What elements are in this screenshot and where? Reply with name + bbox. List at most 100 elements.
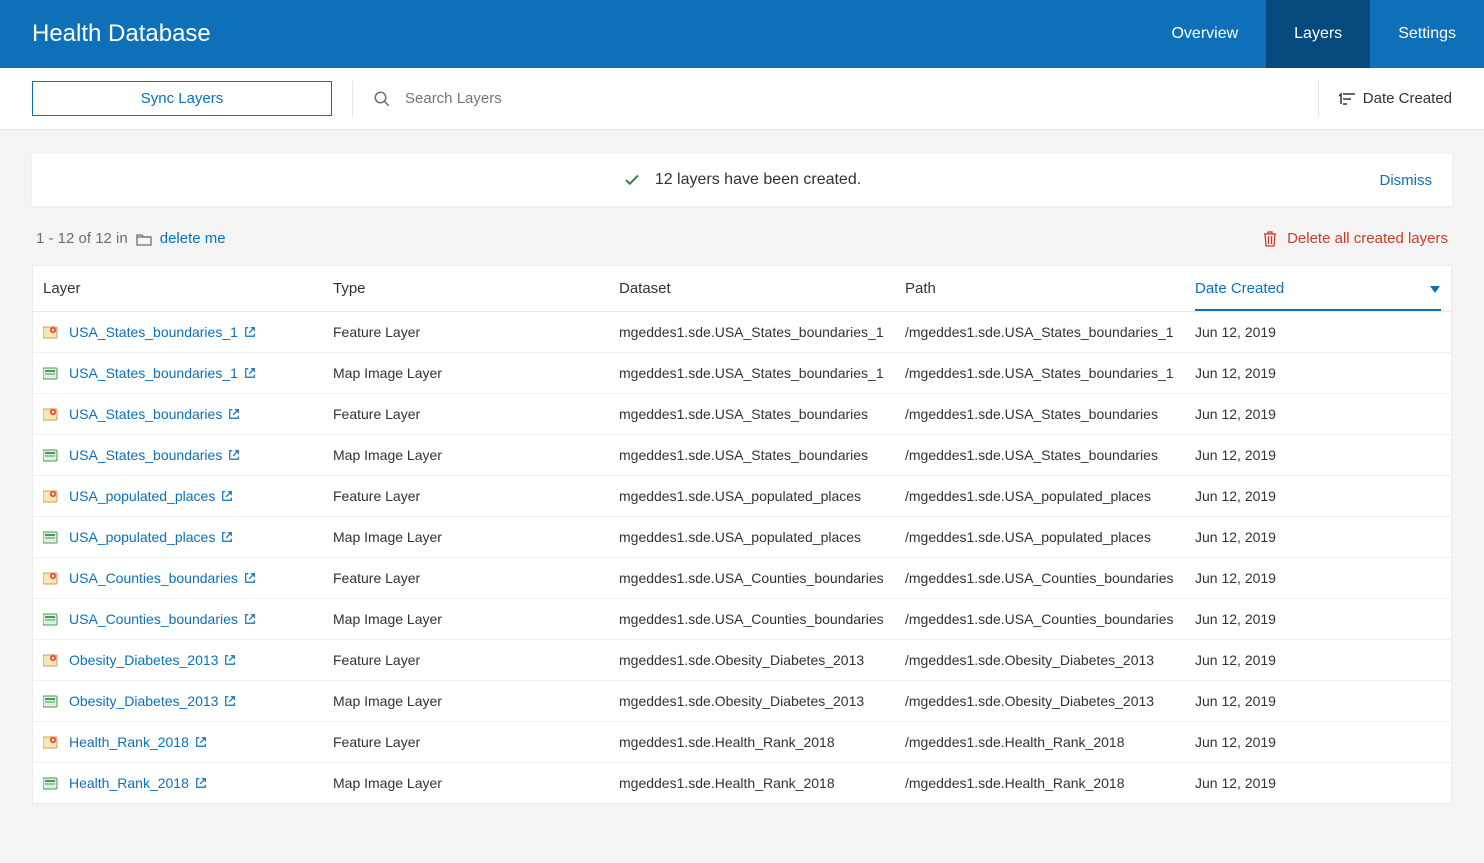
search-icon <box>373 90 391 108</box>
external-link-icon[interactable] <box>195 777 207 789</box>
map-image-layer-icon <box>43 694 59 708</box>
layer-link[interactable]: Health_Rank_2018 <box>69 734 189 750</box>
feature-layer-icon <box>43 735 59 749</box>
cell-dataset: mgeddes1.sde.USA_populated_places <box>619 529 905 545</box>
cell-date: Jun 12, 2019 <box>1195 775 1441 791</box>
external-link-icon[interactable] <box>244 367 256 379</box>
table-row[interactable]: USA_Counties_boundariesFeature Layermged… <box>33 558 1451 599</box>
external-link-icon[interactable] <box>244 572 256 584</box>
col-date[interactable]: Date Created <box>1195 280 1441 311</box>
cell-type: Map Image Layer <box>333 447 619 463</box>
table-row[interactable]: Obesity_Diabetes_2013 Feature Layermgedde… <box>33 640 1451 681</box>
table-header: Layer Type Dataset Path Date Created <box>33 266 1451 312</box>
layer-link[interactable]: USA_States_boundaries_1 <box>69 365 238 381</box>
layers-table: Layer Type Dataset Path Date Created USA… <box>32 265 1452 804</box>
external-link-icon[interactable] <box>195 736 207 748</box>
table-row[interactable]: Health_Rank_2018 Feature Layermgeddes1.sd… <box>33 722 1451 763</box>
feature-layer-icon <box>43 653 59 667</box>
external-link-icon[interactable] <box>221 531 233 543</box>
layer-link[interactable]: USA_Counties_boundaries <box>69 570 238 586</box>
feature-layer-icon <box>43 489 59 503</box>
cell-type: Feature Layer <box>333 652 619 668</box>
layer-link[interactable]: USA_States_boundaries <box>69 406 222 422</box>
table-row[interactable]: USA_States_boundaries_1 Map Image Layermg… <box>33 353 1451 394</box>
cell-path: /mgeddes1.sde.USA_Counties_boundaries <box>905 570 1195 586</box>
external-link-icon[interactable] <box>228 408 240 420</box>
layer-link[interactable]: USA_populated_places <box>69 488 215 504</box>
page-title: Health Database <box>0 0 1143 68</box>
delete-all-label: Delete all created layers <box>1287 230 1448 247</box>
layer-link[interactable]: USA_States_boundaries <box>69 447 222 463</box>
nav-layers[interactable]: Layers <box>1266 0 1370 68</box>
cell-type: Map Image Layer <box>333 775 619 791</box>
table-row[interactable]: USA_populated_placesFeature Layermgeddes… <box>33 476 1451 517</box>
table-row[interactable]: USA_Counties_boundaries Map Image Layermg… <box>33 599 1451 640</box>
layer-link[interactable]: USA_populated_places <box>69 529 215 545</box>
table-row[interactable]: Obesity_Diabetes_2013 Map Image Layermged… <box>33 681 1451 722</box>
cell-dataset: mgeddes1.sde.USA_States_boundaries <box>619 406 905 422</box>
cell-type: Map Image Layer <box>333 365 619 381</box>
external-link-icon[interactable] <box>224 654 236 666</box>
cell-path: /mgeddes1.sde.Health_Rank_2018 <box>905 775 1195 791</box>
cell-dataset: mgeddes1.sde.Obesity_Diabetes_2013 <box>619 652 905 668</box>
banner-text: 12 layers have been created. <box>655 171 861 189</box>
cell-path: /mgeddes1.sde.Obesity_Diabetes_2013 <box>905 652 1195 668</box>
col-type[interactable]: Type <box>333 280 619 297</box>
nav-settings[interactable]: Settings <box>1370 0 1484 68</box>
cell-path: /mgeddes1.sde.USA_populated_places <box>905 488 1195 504</box>
table-row[interactable]: Health_Rank_2018Map Image Layermgeddes1.… <box>33 763 1451 803</box>
cell-type: Map Image Layer <box>333 611 619 627</box>
dismiss-button[interactable]: Dismiss <box>1380 172 1433 189</box>
header-bar: Health Database OverviewLayersSettings <box>0 0 1484 68</box>
cell-dataset: mgeddes1.sde.USA_States_boundaries_1 <box>619 365 905 381</box>
cell-dataset: mgeddes1.sde.USA_Counties_boundaries <box>619 570 905 586</box>
external-link-icon[interactable] <box>221 490 233 502</box>
cell-path: /mgeddes1.sde.USA_States_boundaries_1 <box>905 324 1195 340</box>
layer-link[interactable]: USA_States_boundaries_1 <box>69 324 238 340</box>
cell-date: Jun 12, 2019 <box>1195 529 1441 545</box>
external-link-icon[interactable] <box>244 613 256 625</box>
search-input[interactable] <box>405 90 705 107</box>
external-link-icon[interactable] <box>228 449 240 461</box>
cell-dataset: mgeddes1.sde.USA_States_boundaries_1 <box>619 324 905 340</box>
sort-label: Date Created <box>1363 90 1452 107</box>
cell-dataset: mgeddes1.sde.Health_Rank_2018 <box>619 734 905 750</box>
cell-path: /mgeddes1.sde.Obesity_Diabetes_2013 <box>905 693 1195 709</box>
external-link-icon[interactable] <box>244 326 256 338</box>
cell-dataset: mgeddes1.sde.USA_States_boundaries <box>619 447 905 463</box>
cell-type: Map Image Layer <box>333 529 619 545</box>
table-row[interactable]: USA_States_boundaries_1Feature Layermged… <box>33 312 1451 353</box>
table-row[interactable]: USA_populated_places Map Image Layermgedd… <box>33 517 1451 558</box>
layer-link[interactable]: Health_Rank_2018 <box>69 775 189 791</box>
sort-desc-icon <box>1429 284 1441 294</box>
col-path[interactable]: Path <box>905 280 1195 297</box>
cell-path: /mgeddes1.sde.USA_populated_places <box>905 529 1195 545</box>
cell-type: Feature Layer <box>333 488 619 504</box>
delete-all-button[interactable]: Delete all created layers <box>1263 230 1448 247</box>
count-text: 1 - 12 of 12 in <box>36 230 128 247</box>
nav-overview[interactable]: Overview <box>1143 0 1266 68</box>
table-row[interactable]: USA_States_boundariesFeature Layermgedde… <box>33 394 1451 435</box>
cell-type: Feature Layer <box>333 734 619 750</box>
sync-layers-button[interactable]: Sync Layers <box>32 81 332 116</box>
col-dataset[interactable]: Dataset <box>619 280 905 297</box>
external-link-icon[interactable] <box>224 695 236 707</box>
layer-link[interactable]: Obesity_Diabetes_2013 <box>69 652 218 668</box>
search-wrap <box>373 90 1298 108</box>
layer-link[interactable]: USA_Counties_boundaries <box>69 611 238 627</box>
folder-link[interactable]: delete me <box>160 230 226 247</box>
toolbar: Sync Layers Date Created <box>0 68 1484 130</box>
folder-icon <box>136 232 152 246</box>
col-layer[interactable]: Layer <box>43 280 333 297</box>
feature-layer-icon <box>43 407 59 421</box>
col-date-label: Date Created <box>1195 280 1284 297</box>
cell-date: Jun 12, 2019 <box>1195 693 1441 709</box>
cell-path: /mgeddes1.sde.USA_States_boundaries <box>905 447 1195 463</box>
sort-dropdown[interactable]: Date Created <box>1339 90 1452 107</box>
layer-link[interactable]: Obesity_Diabetes_2013 <box>69 693 218 709</box>
cell-dataset: mgeddes1.sde.USA_Counties_boundaries <box>619 611 905 627</box>
feature-layer-icon <box>43 571 59 585</box>
cell-type: Map Image Layer <box>333 693 619 709</box>
cell-dataset: mgeddes1.sde.Obesity_Diabetes_2013 <box>619 693 905 709</box>
table-row[interactable]: USA_States_boundaries Map Image Layermged… <box>33 435 1451 476</box>
